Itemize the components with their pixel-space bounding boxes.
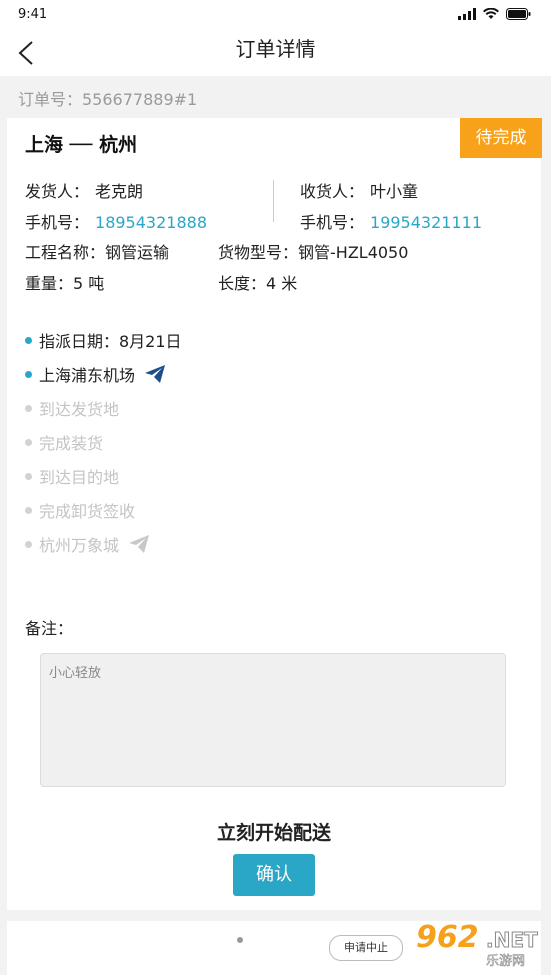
confirm-button[interactable]: 确认 <box>233 854 315 896</box>
battery-icon <box>506 8 531 20</box>
sender-phone-link[interactable]: 18954321888 <box>95 213 207 232</box>
wifi-icon <box>483 8 499 19</box>
sender-name: 老克朗 <box>95 182 144 201</box>
model-value: 钢管-HZL4050 <box>298 243 409 262</box>
timeline-text: 完成装货 <box>39 434 104 453</box>
timeline-item-assign-date: 指派日期：8月21日 <box>25 323 182 357</box>
project-label: 工程名称： <box>25 243 106 262</box>
timeline-item-destination: 杭州万象城 <box>25 527 182 561</box>
status-badge: 待完成 <box>460 118 542 158</box>
receiver-name: 叶小童 <box>370 182 419 201</box>
signal-icon <box>458 8 476 20</box>
status-time: 9:41 <box>18 7 48 22</box>
page-title: 订单详情 <box>235 37 316 61</box>
timeline-dot <box>25 370 32 378</box>
project-value: 钢管运输 <box>105 243 170 262</box>
timeline-item-arrive-pickup: 到达发货地 <box>25 391 182 425</box>
nav-bar: 订单详情 <box>0 30 551 76</box>
timeline-dot <box>25 404 32 412</box>
site-watermark-logo: 962 .NET 乐游网 <box>410 918 548 974</box>
progress-timeline: 指派日期：8月21日 上海浦东机场 到达发货地 完成装货 到达目的地 完成卸货签… <box>25 323 182 561</box>
timeline-text: 到达目的地 <box>39 468 120 487</box>
status-bar: 9:41 <box>0 0 551 30</box>
remark-textarea[interactable]: 小心轻放 <box>40 653 506 787</box>
system-icons <box>458 8 531 20</box>
watermark-site: 乐游网 <box>486 954 526 970</box>
order-number: 订单号：556677889#1 <box>18 90 198 109</box>
timeline-text: 上海浦东机场 <box>39 366 136 385</box>
timeline-text: 到达发货地 <box>39 400 120 419</box>
receiver-phone-link[interactable]: 19954321111 <box>370 213 482 232</box>
model-label: 货物型号： <box>218 243 299 262</box>
receiver-label: 收货人： <box>300 182 365 201</box>
weight-value: 5 吨 <box>73 274 105 293</box>
weight-label: 重量： <box>25 274 74 293</box>
watermark-net: .NET <box>486 928 539 953</box>
timeline-dot <box>25 540 32 548</box>
route-title: 上海 ── 杭州 <box>25 134 138 156</box>
timeline-item-origin: 上海浦东机场 <box>25 357 182 391</box>
length-value: 4 米 <box>266 274 298 293</box>
length-row: 长度：4 米 <box>218 270 297 294</box>
receiver-row: 收货人： 叶小童 <box>300 178 418 202</box>
timeline-item-unloaded-signed: 完成卸货签收 <box>25 493 182 527</box>
receiver-phone-label: 手机号： <box>300 213 365 232</box>
order-card: 上海 ── 杭州 待完成 发货人： 老克朗 手机号： 18954321888 收货人… <box>7 118 542 910</box>
timeline-dot <box>25 506 32 514</box>
watermark-number: 962 <box>416 920 479 955</box>
timeline-text: 完成卸货签收 <box>39 502 136 521</box>
sender-label: 发货人： <box>25 182 90 201</box>
sender-phone-row: 手机号： 18954321888 <box>25 209 207 233</box>
request-abort-button[interactable]: 申请中止 <box>329 935 403 961</box>
timeline-text: 指派日期：8月21日 <box>39 332 182 351</box>
paper-plane-icon[interactable] <box>129 535 150 553</box>
timeline-dot <box>25 438 32 446</box>
timeline-dot <box>25 472 32 480</box>
model-row: 货物型号：钢管-HZL4050 <box>218 239 408 263</box>
project-row: 工程名称：钢管运输 <box>25 239 169 263</box>
timeline-item-loaded: 完成装货 <box>25 425 182 459</box>
remark-label: 备注： <box>25 619 74 638</box>
start-delivery-prompt: 立刻开始配送 <box>216 822 331 844</box>
sender-phone-label: 手机号： <box>25 213 90 232</box>
length-label: 长度： <box>218 274 267 293</box>
timeline-text: 杭州万象城 <box>39 536 120 555</box>
timeline-item-arrive-destination: 到达目的地 <box>25 459 182 493</box>
sender-row: 发货人： 老克朗 <box>25 178 143 202</box>
timeline-dot <box>25 336 32 344</box>
receiver-phone-row: 手机号： 19954321111 <box>300 209 482 233</box>
paper-plane-icon[interactable] <box>145 365 166 383</box>
divider <box>273 180 274 222</box>
weight-row: 重量：5 吨 <box>25 270 104 294</box>
page-indicator <box>237 937 243 943</box>
